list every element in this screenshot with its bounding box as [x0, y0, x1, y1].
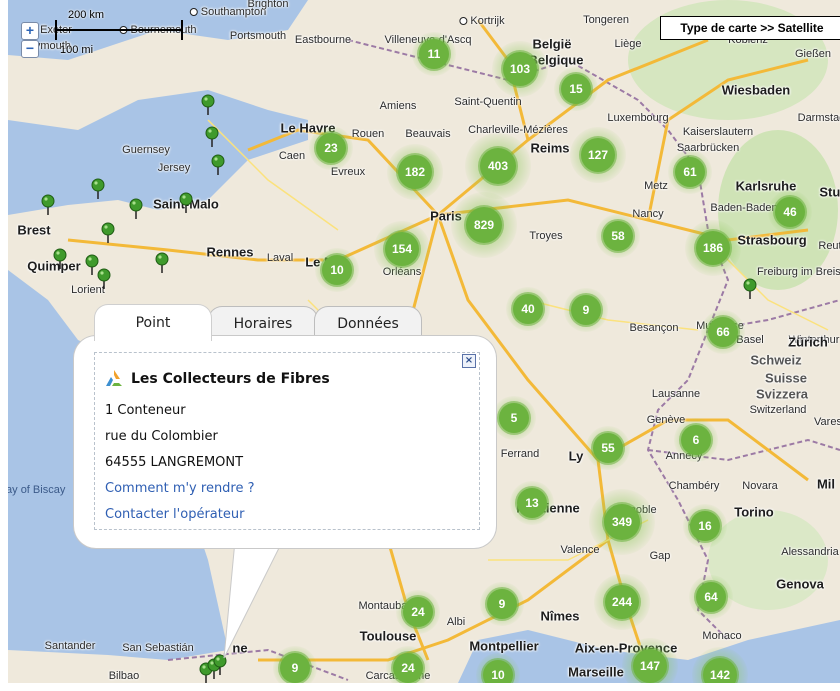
marker-cluster[interactable]: 142	[692, 647, 748, 683]
map-pin-icon[interactable]	[91, 178, 105, 200]
cluster-count: 13	[517, 488, 547, 518]
cluster-count: 11	[419, 39, 449, 69]
tab-point[interactable]: Point	[94, 304, 212, 341]
marker-cluster[interactable]: 147	[622, 638, 678, 683]
popup-title: Les Collecteurs de Fibres	[103, 369, 330, 389]
scale-mi-label: 100 mi	[60, 44, 94, 56]
cluster-count: 24	[393, 653, 423, 683]
cluster-count: 5	[499, 403, 529, 433]
cluster-count: 61	[675, 157, 705, 187]
marker-cluster[interactable]: 66	[701, 310, 745, 354]
popup-content: × Les Collecteurs de Fibres 1 Conteneur …	[94, 352, 480, 530]
map-pin-icon[interactable]	[201, 94, 215, 116]
cluster-count: 349	[604, 504, 640, 540]
close-icon[interactable]: ×	[462, 354, 476, 368]
cluster-count: 147	[633, 649, 667, 683]
cluster-count: 154	[385, 232, 419, 266]
marker-cluster[interactable]: 127	[570, 127, 626, 183]
popup-line-container: 1 Conteneur	[105, 403, 186, 418]
recycle-icon	[106, 370, 122, 386]
scale-km-label: 200 km	[68, 9, 105, 21]
map-pin-icon[interactable]	[129, 198, 143, 220]
marker-cluster[interactable]: 15	[554, 67, 598, 111]
info-popup: × Les Collecteurs de Fibres 1 Conteneur …	[74, 336, 496, 548]
map-pin-icon[interactable]	[97, 268, 111, 290]
cluster-count: 16	[690, 511, 720, 541]
marker-cluster[interactable]: 40	[506, 287, 550, 331]
directions-link[interactable]: Comment m'y rendre ?	[105, 481, 255, 496]
marker-cluster[interactable]: 182	[387, 144, 443, 200]
cluster-count: 40	[513, 294, 543, 324]
marker-cluster[interactable]: 349	[589, 489, 655, 555]
marker-cluster[interactable]: 6	[674, 418, 718, 462]
marker-cluster[interactable]: 154	[374, 221, 430, 277]
marker-cluster[interactable]: 64	[689, 575, 733, 619]
cluster-count: 24	[403, 597, 433, 627]
marker-cluster[interactable]: 58	[596, 214, 640, 258]
marker-cluster[interactable]: 103	[492, 41, 548, 97]
cluster-count: 10	[483, 660, 513, 683]
marker-cluster[interactable]: 186	[685, 220, 741, 276]
map-pin-icon[interactable]	[101, 222, 115, 244]
cluster-count: 55	[593, 433, 623, 463]
marker-cluster[interactable]: 24	[386, 646, 430, 683]
marker-cluster[interactable]: 61	[668, 150, 712, 194]
popup-line-street: rue du Colombier	[105, 429, 218, 444]
marker-cluster[interactable]: 16	[683, 504, 727, 548]
cluster-count: 829	[466, 207, 502, 243]
marker-cluster[interactable]: 829	[451, 192, 517, 258]
popup-line-city: 64555 LANGREMONT	[105, 455, 244, 470]
marker-cluster[interactable]: 24	[396, 590, 440, 634]
zoom-out-button[interactable]: −	[21, 40, 39, 58]
cluster-count: 244	[605, 585, 639, 619]
marker-cluster[interactable]: 244	[594, 574, 650, 630]
map-pin-icon[interactable]	[41, 194, 55, 216]
marker-cluster[interactable]: 13	[510, 481, 554, 525]
cluster-count: 66	[708, 317, 738, 347]
marker-cluster[interactable]: 9	[480, 582, 524, 626]
cluster-count: 182	[398, 155, 432, 189]
marker-cluster[interactable]: 5	[492, 396, 536, 440]
cluster-count: 23	[316, 133, 346, 163]
cluster-count: 9	[571, 295, 601, 325]
cluster-count: 103	[503, 52, 537, 86]
popup-title-text: Les Collecteurs de Fibres	[131, 371, 330, 387]
map-pin-icon[interactable]	[155, 252, 169, 274]
map-pin-icon[interactable]	[205, 126, 219, 148]
cluster-count: 46	[775, 197, 805, 227]
popup-pointer	[223, 530, 289, 659]
marker-cluster[interactable]: 46	[768, 190, 812, 234]
cluster-count: 6	[681, 425, 711, 455]
cluster-count: 403	[480, 148, 516, 184]
marker-cluster[interactable]: 11	[412, 32, 456, 76]
cluster-count: 58	[603, 221, 633, 251]
marker-cluster[interactable]: 403	[465, 133, 531, 199]
map-pin-icon[interactable]	[53, 248, 67, 270]
cluster-count: 9	[487, 589, 517, 619]
cluster-count: 10	[322, 255, 352, 285]
cluster-count: 127	[581, 138, 615, 172]
marker-cluster[interactable]: 10	[315, 248, 359, 292]
map-pin-icon[interactable]	[179, 192, 193, 214]
contact-operator-link[interactable]: Contacter l'opérateur	[105, 507, 244, 522]
marker-cluster[interactable]: 55	[586, 426, 630, 470]
marker-cluster[interactable]: 23	[309, 126, 353, 170]
cluster-count: 64	[696, 582, 726, 612]
zoom-in-button[interactable]: +	[21, 22, 39, 40]
map-canvas[interactable]: Southampton Brighton Exeter Bournemouth Port…	[8, 0, 840, 683]
map-type-button[interactable]: Type de carte >> Satellite	[660, 16, 840, 40]
map-pin-icon[interactable]	[743, 278, 757, 300]
marker-cluster[interactable]: 10	[476, 653, 520, 683]
marker-cluster[interactable]: 9	[564, 288, 608, 332]
cluster-count: 15	[561, 74, 591, 104]
map-pin-icon[interactable]	[211, 154, 225, 176]
cluster-count: 186	[696, 231, 730, 265]
